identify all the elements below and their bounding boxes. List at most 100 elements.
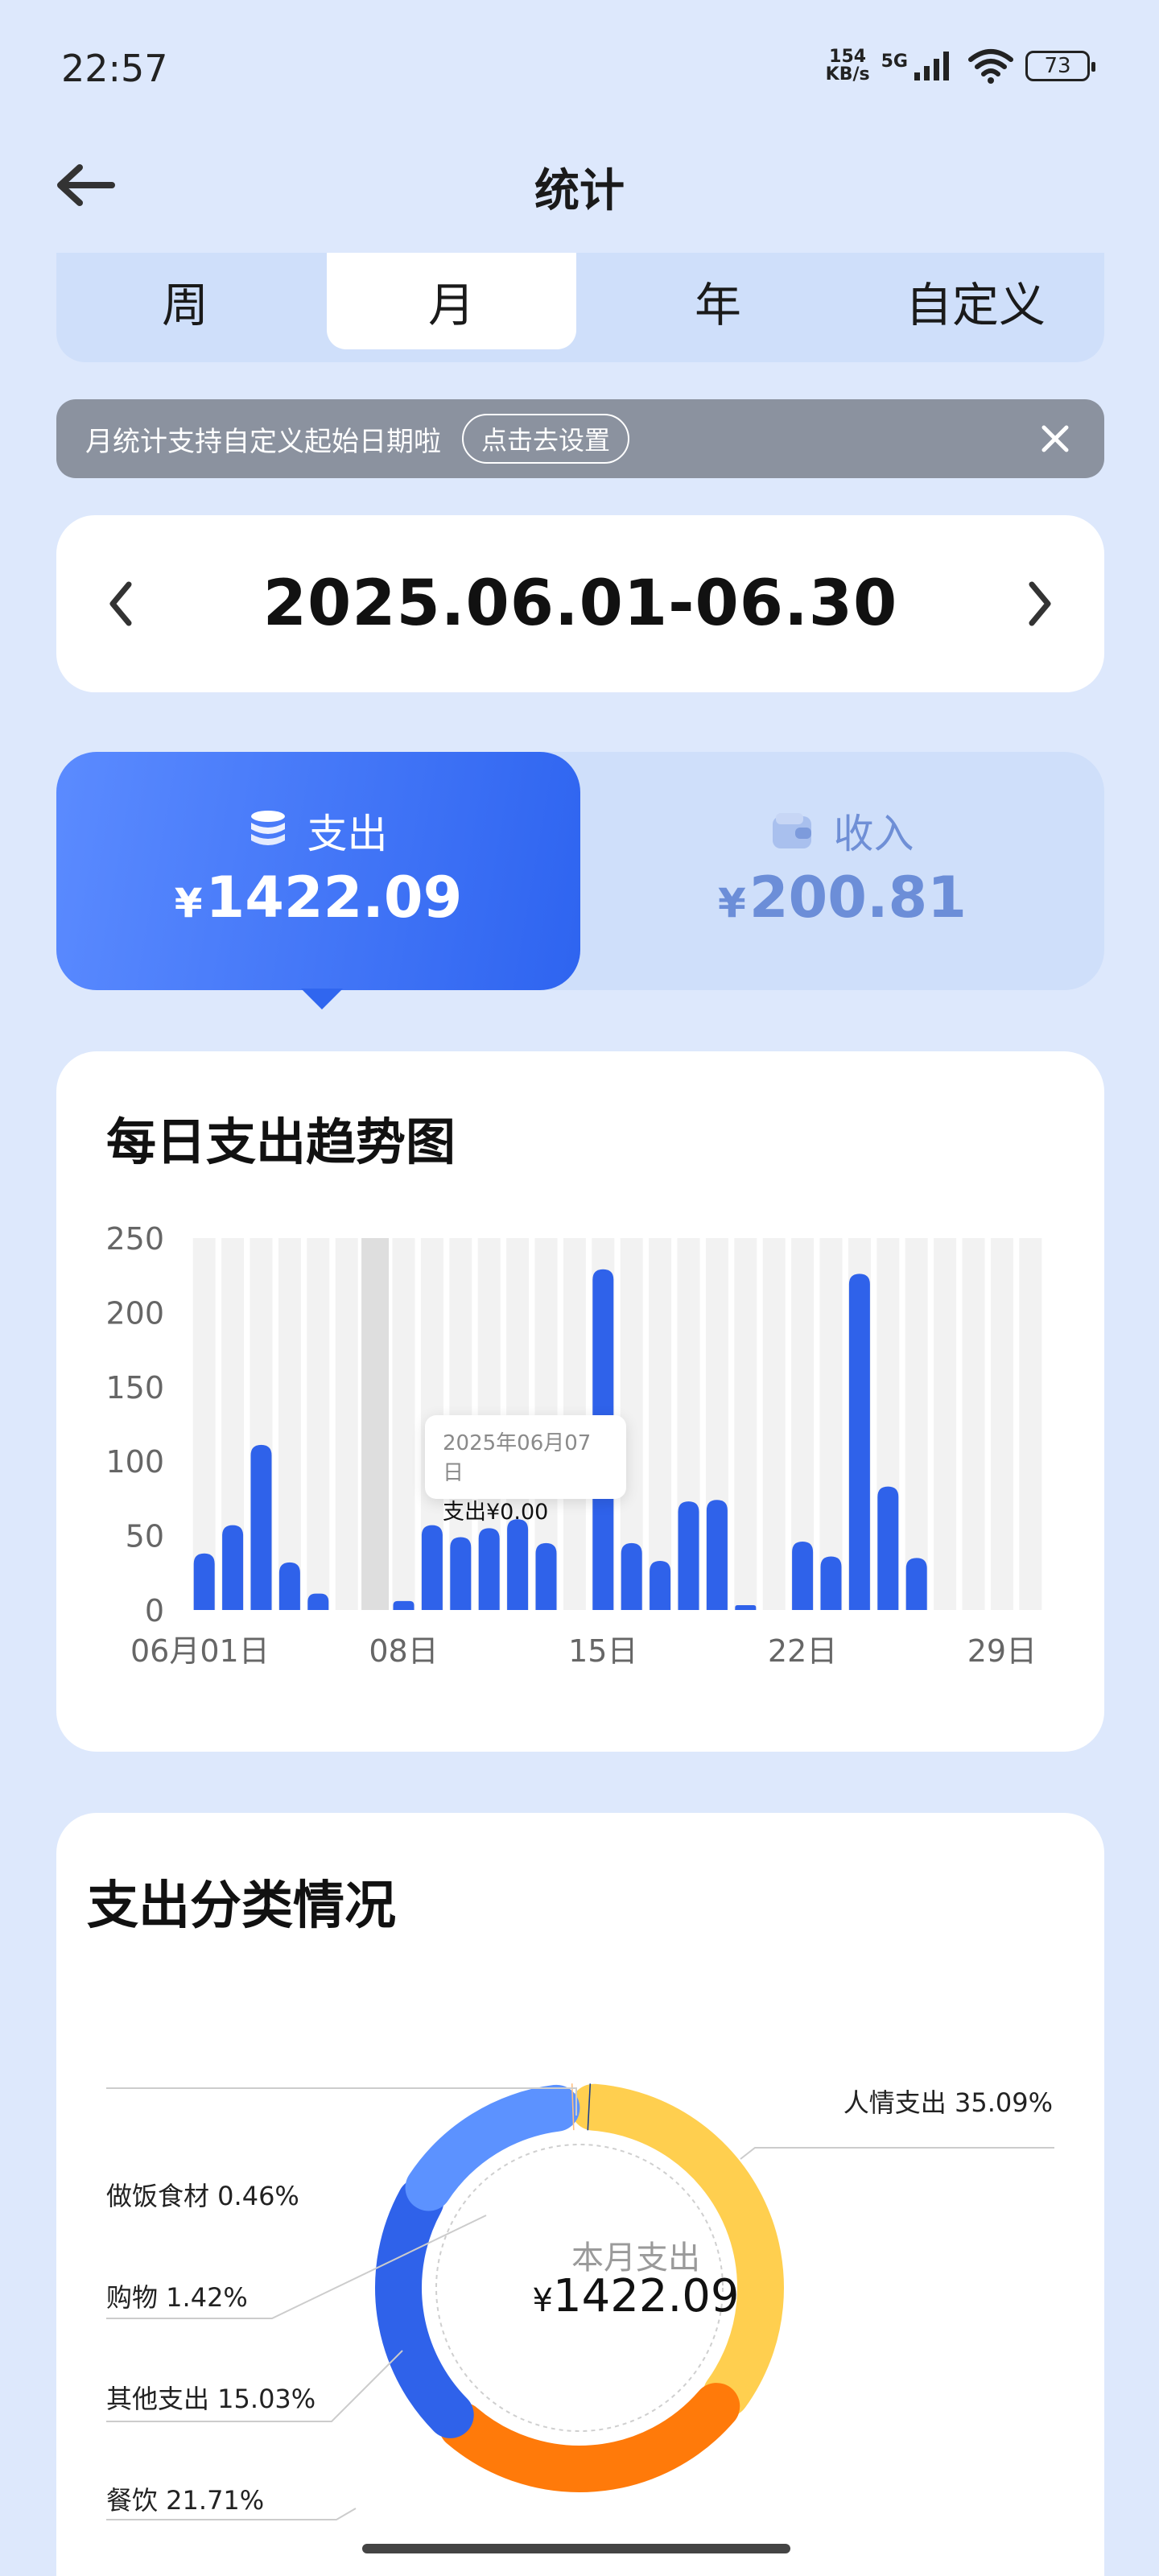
bar-track bbox=[278, 1238, 301, 1610]
chevron-right-icon bbox=[1029, 581, 1051, 626]
daily-expense-bar-chart[interactable]: 0 50 100 150 200 250 06月01日 08日 15日 22日 29日 bbox=[56, 1051, 1104, 1752]
bar[interactable] bbox=[678, 1501, 699, 1610]
page-title: 统计 bbox=[534, 165, 625, 217]
bar[interactable] bbox=[706, 1500, 728, 1610]
bar[interactable] bbox=[222, 1525, 244, 1610]
notice-text: 月统计支持自定义起始日期啦 bbox=[85, 425, 441, 458]
bar-track bbox=[392, 1238, 415, 1610]
x-tick-label: 29日 bbox=[967, 1633, 1037, 1669]
tooltip-date: 2025年06月07日 bbox=[443, 1431, 592, 1485]
notice-close-button[interactable] bbox=[1035, 419, 1075, 459]
x-tick-label: 15日 bbox=[568, 1633, 637, 1669]
previous-period-button[interactable] bbox=[97, 572, 145, 636]
bar-track bbox=[962, 1238, 985, 1610]
network-type: 5G bbox=[881, 52, 908, 72]
bar[interactable] bbox=[393, 1600, 415, 1610]
donut-center-value: 1422.09 bbox=[552, 2270, 740, 2322]
status-time: 22:57 bbox=[61, 47, 168, 90]
bar-track bbox=[649, 1238, 672, 1610]
bar-track bbox=[307, 1238, 330, 1610]
wifi-icon bbox=[968, 49, 1013, 84]
bar[interactable] bbox=[450, 1537, 472, 1610]
x-tick-label: 22日 bbox=[768, 1633, 837, 1669]
slice-leader-line bbox=[740, 2147, 1054, 2160]
notice-settings-button[interactable]: 点击去设置 bbox=[462, 414, 630, 464]
slice-label: 餐饮 21.71% bbox=[106, 2485, 265, 2516]
bar-track bbox=[762, 1238, 786, 1610]
y-tick-label: 0 bbox=[145, 1593, 164, 1629]
period-tabs: 周 月 年 自定义 bbox=[56, 253, 1104, 362]
income-label: 收入 bbox=[833, 811, 914, 857]
bar[interactable] bbox=[478, 1528, 500, 1610]
expense-label: 支出 bbox=[307, 811, 388, 857]
bar[interactable] bbox=[421, 1525, 443, 1610]
date-range-card: 2025.06.01-06.30 bbox=[56, 515, 1104, 692]
status-indicators: 154 KB/s 5G 73 bbox=[826, 48, 1095, 84]
date-range: 2025.06.01-06.30 bbox=[262, 568, 898, 640]
bar-track bbox=[335, 1238, 358, 1610]
donut-slice[interactable] bbox=[439, 2383, 740, 2492]
battery-indicator: 73 bbox=[1025, 51, 1095, 81]
bar[interactable] bbox=[877, 1486, 899, 1610]
selected-tab-pointer bbox=[301, 989, 343, 1009]
daily-trend-card: 每日支出趋势图 0 50 100 150 200 250 06月01日 08日 15日 22日 29… bbox=[56, 1051, 1104, 1752]
bar[interactable] bbox=[250, 1444, 272, 1610]
tab-week[interactable]: 周 bbox=[56, 253, 314, 349]
bar-track bbox=[361, 1238, 390, 1610]
y-tick-label: 150 bbox=[105, 1370, 164, 1406]
bar[interactable] bbox=[193, 1553, 215, 1610]
category-card: 支出分类情况 人情支出 35.09%交通 26.28%餐饮 21.71%其他支出… bbox=[56, 1813, 1104, 2576]
next-period-button[interactable] bbox=[1016, 572, 1064, 636]
income-tab[interactable]: 收入 ¥200.81 bbox=[580, 752, 1104, 990]
notice-banner: 月统计支持自定义起始日期啦 点击去设置 bbox=[56, 399, 1104, 478]
y-tick-label: 250 bbox=[105, 1221, 164, 1257]
x-tick-label: 08日 bbox=[369, 1633, 438, 1669]
database-stack-icon bbox=[250, 811, 285, 845]
bar-track bbox=[934, 1238, 957, 1610]
x-tick-label: 06月01日 bbox=[130, 1633, 270, 1669]
bar[interactable] bbox=[535, 1542, 557, 1610]
bar[interactable] bbox=[735, 1605, 757, 1610]
slice-label: 人情支出 35.09% bbox=[843, 2087, 1053, 2118]
expense-tab[interactable]: 支出 ¥1422.09 bbox=[56, 752, 580, 990]
bar-track bbox=[819, 1238, 843, 1610]
chart-tooltip: 2025年06月07日 支出¥0.00 bbox=[425, 1415, 626, 1525]
bar-track bbox=[1019, 1238, 1042, 1610]
bar[interactable] bbox=[848, 1274, 870, 1610]
tab-month[interactable]: 月 bbox=[327, 253, 576, 349]
home-indicator[interactable] bbox=[362, 2544, 790, 2553]
donut-slice[interactable] bbox=[405, 2084, 580, 2211]
bar[interactable] bbox=[507, 1519, 529, 1610]
tooltip-value: 支出¥0.00 bbox=[443, 1500, 549, 1525]
y-tick-label: 50 bbox=[126, 1519, 164, 1554]
bar-track bbox=[990, 1238, 1013, 1610]
chevron-left-icon bbox=[109, 581, 132, 626]
income-amount: 200.81 bbox=[749, 865, 967, 931]
income-currency: ¥ bbox=[718, 880, 746, 927]
donut-slice[interactable] bbox=[375, 2178, 474, 2438]
close-icon bbox=[1041, 425, 1069, 452]
bar-track bbox=[905, 1238, 928, 1610]
network-speed: 154 KB/s bbox=[826, 48, 870, 84]
y-tick-label: 200 bbox=[105, 1295, 164, 1331]
slice-label: 购物 1.42% bbox=[106, 2282, 248, 2313]
bar[interactable] bbox=[278, 1562, 300, 1610]
wallet-icon bbox=[772, 813, 811, 848]
signal-icon bbox=[914, 52, 949, 80]
bar-track bbox=[734, 1238, 757, 1610]
bar[interactable] bbox=[307, 1593, 329, 1610]
tab-custom[interactable]: 自定义 bbox=[847, 253, 1104, 349]
slice-label: 其他支出 15.03% bbox=[106, 2384, 316, 2414]
bar[interactable] bbox=[820, 1556, 842, 1610]
bar[interactable] bbox=[650, 1561, 671, 1610]
bar[interactable] bbox=[621, 1542, 642, 1610]
tab-year[interactable]: 年 bbox=[589, 253, 847, 349]
bar[interactable] bbox=[905, 1558, 927, 1610]
network-speed-unit: KB/s bbox=[825, 64, 870, 85]
bar[interactable] bbox=[792, 1541, 814, 1610]
expense-amount: 1422.09 bbox=[205, 865, 463, 931]
expense-currency: ¥ bbox=[174, 880, 203, 927]
donut-center-currency: ¥ bbox=[532, 2282, 553, 2319]
donut-center-amount: ¥1422.09 bbox=[491, 2270, 781, 2322]
network-speed-value: 154 bbox=[829, 47, 867, 67]
